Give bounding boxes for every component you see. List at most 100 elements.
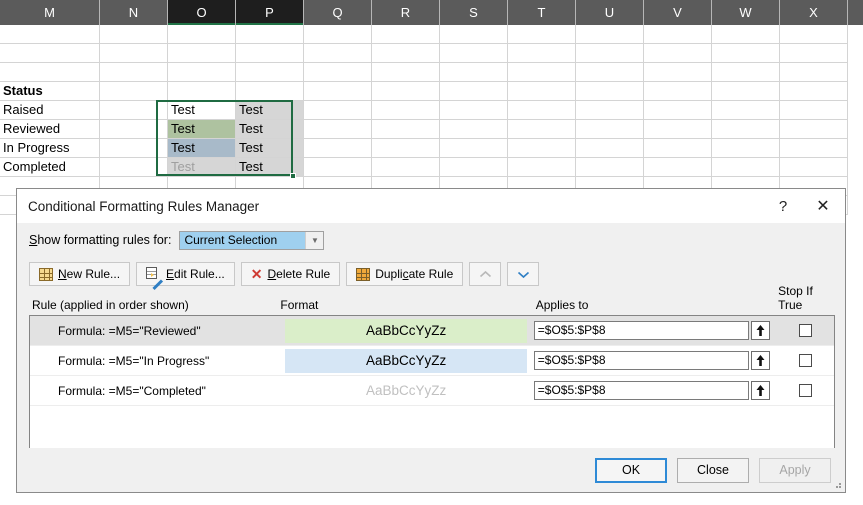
cell-o5[interactable]: Test [168, 101, 236, 120]
cell-blank[interactable] [780, 82, 848, 101]
cell-blank[interactable] [0, 44, 100, 63]
cell-blank[interactable] [780, 158, 848, 177]
cell-blank[interactable] [780, 101, 848, 120]
cell-blank[interactable] [712, 101, 780, 120]
cell-blank[interactable] [236, 82, 304, 101]
cell-blank[interactable] [168, 25, 236, 44]
cell-blank[interactable] [780, 44, 848, 63]
cell-blank[interactable] [576, 101, 644, 120]
range-selector-icon[interactable] [751, 381, 771, 400]
cell-o8[interactable]: Test [168, 158, 236, 177]
cell-blank[interactable] [168, 63, 236, 82]
table-row[interactable]: Formula: =M5="In Progress" AaBbCcYyZz =$… [30, 346, 834, 376]
cell-blank[interactable] [304, 120, 372, 139]
cell-blank[interactable] [100, 25, 168, 44]
cell-blank[interactable] [168, 44, 236, 63]
cell-p7[interactable]: Test [236, 139, 304, 158]
edit-rule-button[interactable]: Edit Rule... [136, 262, 235, 291]
cell-blank[interactable] [508, 158, 576, 177]
stop-if-true-cell[interactable] [776, 384, 834, 397]
applies-to-cell[interactable]: =$O$5:$P$8 [533, 351, 776, 370]
duplicate-rule-button[interactable]: Duplicate Rule [346, 262, 464, 286]
cell-blank[interactable] [372, 158, 440, 177]
column-header-v[interactable]: V [644, 0, 712, 25]
cell-blank[interactable] [508, 44, 576, 63]
cell-blank[interactable] [644, 158, 712, 177]
cell-blank[interactable] [440, 82, 508, 101]
column-header-r[interactable]: R [372, 0, 440, 25]
cell-blank[interactable] [100, 82, 168, 101]
column-header-o[interactable]: O [168, 0, 236, 25]
cell-p6[interactable]: Test [236, 120, 304, 139]
cell-blank[interactable] [712, 158, 780, 177]
cell-blank[interactable] [304, 101, 372, 120]
cell-blank[interactable] [508, 120, 576, 139]
cell-blank[interactable] [372, 139, 440, 158]
cell-blank[interactable] [100, 120, 168, 139]
delete-rule-button[interactable]: ✕ Delete Rule [240, 262, 341, 286]
cell-blank[interactable] [304, 63, 372, 82]
column-header-m[interactable]: M [0, 0, 100, 25]
cell-status-reviewed[interactable]: Reviewed [0, 120, 100, 139]
cell-blank[interactable] [576, 158, 644, 177]
cell-status-in-progress[interactable]: In Progress [0, 139, 100, 158]
cell-o7[interactable]: Test [168, 139, 236, 158]
cell-blank[interactable] [440, 139, 508, 158]
cell-o6[interactable]: Test [168, 120, 236, 139]
cell-blank[interactable] [576, 44, 644, 63]
column-header-n[interactable]: N [100, 0, 168, 25]
range-selector-icon[interactable] [751, 351, 771, 370]
stop-if-true-checkbox[interactable] [798, 384, 812, 397]
ok-button[interactable]: OK [595, 457, 667, 483]
chevron-down-icon[interactable]: ▼ [305, 231, 324, 249]
cell-blank[interactable] [780, 25, 848, 44]
stop-if-true-cell[interactable] [776, 324, 834, 337]
cell-blank[interactable] [576, 63, 644, 82]
move-down-button[interactable] [507, 262, 540, 286]
cell-blank[interactable] [100, 101, 168, 120]
cell-blank[interactable] [304, 158, 372, 177]
cell-blank[interactable] [304, 139, 372, 158]
cell-blank[interactable] [576, 120, 644, 139]
cell-blank[interactable] [440, 101, 508, 120]
table-row[interactable]: Formula: =M5="Reviewed" AaBbCcYyZz =$O$5… [30, 316, 834, 346]
stop-if-true-cell[interactable] [776, 354, 834, 367]
rule-format-cell[interactable]: AaBbCcYyZz [278, 379, 533, 403]
cell-blank[interactable] [100, 63, 168, 82]
cell-blank[interactable] [440, 120, 508, 139]
cell-blank[interactable] [644, 139, 712, 158]
close-icon[interactable]: ✕ [801, 190, 845, 222]
stop-if-true-checkbox[interactable] [798, 324, 812, 337]
applies-to-cell[interactable]: =$O$5:$P$8 [533, 381, 776, 400]
cell-blank[interactable] [372, 82, 440, 101]
cell-blank[interactable] [712, 139, 780, 158]
applies-to-cell[interactable]: =$O$5:$P$8 [533, 321, 776, 340]
cell-blank[interactable] [576, 25, 644, 44]
stop-if-true-checkbox[interactable] [798, 354, 812, 367]
move-up-button[interactable] [469, 262, 502, 286]
column-header-s[interactable]: S [440, 0, 508, 25]
cell-status-header[interactable]: Status [0, 82, 100, 101]
cell-blank[interactable] [644, 44, 712, 63]
cell-status-raised[interactable]: Raised [0, 101, 100, 120]
cell-blank[interactable] [440, 25, 508, 44]
column-header-p[interactable]: P [236, 0, 304, 25]
range-selector-icon[interactable] [751, 321, 771, 340]
table-row[interactable]: Formula: =M5="Completed" AaBbCcYyZz =$O$… [30, 376, 834, 406]
cell-blank[interactable] [712, 25, 780, 44]
cell-blank[interactable] [644, 25, 712, 44]
cell-blank[interactable] [236, 44, 304, 63]
new-rule-button[interactable]: New Rule... [29, 262, 131, 286]
cell-blank[interactable] [644, 82, 712, 101]
column-header-t[interactable]: T [508, 0, 576, 25]
cell-blank[interactable] [508, 25, 576, 44]
cell-status-completed[interactable]: Completed [0, 158, 100, 177]
help-icon[interactable]: ? [765, 190, 801, 222]
cell-blank[interactable] [304, 25, 372, 44]
column-header-w[interactable]: W [712, 0, 780, 25]
cell-blank[interactable] [508, 82, 576, 101]
cell-blank[interactable] [100, 158, 168, 177]
column-header-x[interactable]: X [780, 0, 848, 25]
applies-to-input[interactable]: =$O$5:$P$8 [533, 351, 750, 370]
column-header-q[interactable]: Q [304, 0, 372, 25]
